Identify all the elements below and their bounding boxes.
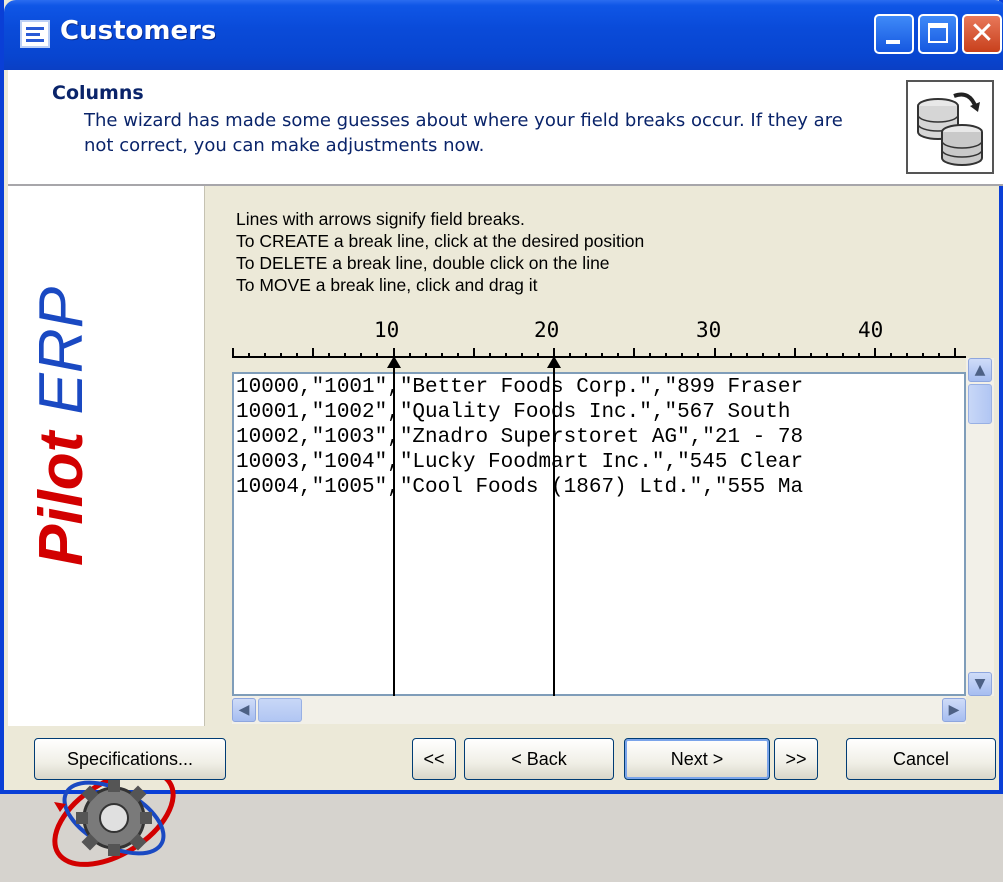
scroll-left-button[interactable]: ◀ [232,698,256,722]
ruler-tick [248,353,251,358]
vertical-scroll-thumb[interactable] [968,384,992,424]
horizontal-scroll-thumb[interactable] [258,698,302,722]
ruler-tick [745,353,748,358]
break-arrow-icon [547,356,561,368]
ruler-tick [536,353,539,358]
title-bar[interactable]: Customers ✕ [4,0,1003,70]
ruler-tick [312,348,315,358]
column-ruler[interactable]: 10 20 30 40 [232,318,966,362]
ruler-tick [954,348,957,358]
ruler-label-20: 20 [534,318,560,342]
ruler-tick [232,348,234,358]
instruction-line: To MOVE a break line, click and drag it [236,275,538,295]
instruction-line: To DELETE a break line, double click on … [236,253,610,273]
break-line[interactable] [392,360,395,696]
ruler-tick [296,353,299,358]
ruler-tick [633,348,636,358]
preview-row: 10003,"1004","Lucky Foodmart Inc.","545 … [236,451,804,474]
step-title: Columns [52,82,144,104]
ruler-tick [344,353,347,358]
ruler-tick [617,353,620,358]
ruler-tick [857,353,860,358]
ruler-tick [793,348,796,358]
ruler-tick [376,353,379,358]
vertical-scrollbar[interactable]: ▲ ▼ [966,358,994,696]
cancel-button[interactable]: Cancel [846,738,996,780]
ruler-label-40: 40 [858,318,884,342]
instruction-line: Lines with arrows signify field breaks. [236,209,525,229]
ruler-tick [424,353,427,358]
ruler-tick [264,353,267,358]
wizard-header: Columns The wizard has made some guesses… [8,70,1003,186]
scroll-right-button[interactable]: ▶ [942,698,966,722]
ruler-tick [938,353,941,358]
back-button[interactable]: < Back [464,738,614,780]
ruler-tick [809,353,812,358]
ruler-label-10: 10 [374,318,400,342]
ruler-tick [777,353,780,358]
preview-row: 10000,"1001","Better Foods Corp.","899 F… [236,376,804,399]
ruler-tick [890,353,893,358]
logo-text: Pilot ERP [27,286,96,566]
minimize-icon [886,40,900,44]
preview-row: 10002,"1003","Znadro Superstoret AG","21… [236,426,804,449]
ruler-tick [825,353,828,358]
ruler-tick [922,353,925,358]
maximize-icon [928,23,948,43]
ruler-tick [906,353,909,358]
ruler-tick [585,353,588,358]
ruler-tick [601,353,604,358]
scroll-down-button[interactable]: ▼ [968,672,992,696]
ruler-tick [697,353,700,358]
ruler-tick [729,353,732,358]
ruler-tick [408,353,411,358]
database-icon [906,80,994,174]
ruler-tick [280,353,283,358]
app-icon [20,20,50,48]
step-description: The wizard has made some guesses about w… [84,110,843,156]
ruler-tick [569,353,572,358]
ruler-tick [488,353,491,358]
break-arrow-icon [386,356,401,368]
ruler-tick [841,353,844,358]
ruler-tick [440,353,443,358]
close-icon: ✕ [969,16,995,51]
ruler-tick [665,353,668,358]
ruler-tick [649,353,652,358]
horizontal-scrollbar[interactable]: ◀ ▶ [232,696,966,724]
ruler-tick [504,353,507,358]
wizard-window: Customers ✕ Columns The wizard has made … [0,0,1003,867]
close-button[interactable]: ✕ [962,14,1002,54]
ruler-tick [328,353,331,358]
ruler-tick [456,353,459,358]
ruler-tick [360,353,363,358]
ruler-tick [472,348,475,358]
pilot-erp-logo: Pilot ERP [8,186,205,867]
ruler-label-30: 30 [696,318,722,342]
ruler-tick [520,353,523,358]
first-button[interactable]: << [412,738,456,780]
minimize-button[interactable] [874,14,914,54]
ruler-tick [713,348,716,358]
maximize-button[interactable] [918,14,958,54]
next-button[interactable]: Next > [624,738,770,780]
window-title: Customers [60,16,217,46]
specifications-button[interactable]: Specifications... [34,738,226,780]
instruction-line: To CREATE a break line, click at the des… [236,231,645,251]
ruler-tick [681,353,684,358]
ruler-baseline [232,356,966,358]
scroll-up-button[interactable]: ▲ [968,358,992,382]
ruler-tick [761,353,764,358]
data-preview[interactable]: 10000,"1001","Better Foods Corp.","899 F… [232,372,966,696]
break-line[interactable] [553,360,555,696]
instructions: Lines with arrows signify field breaks. … [236,208,644,296]
last-button[interactable]: >> [774,738,818,780]
preview-row: 10001,"1002","Quality Foods Inc.","567 S… [236,401,791,424]
ruler-tick [874,348,876,358]
preview-row: 10004,"1005","Cool Foods (1867) Ltd.","5… [236,476,804,499]
